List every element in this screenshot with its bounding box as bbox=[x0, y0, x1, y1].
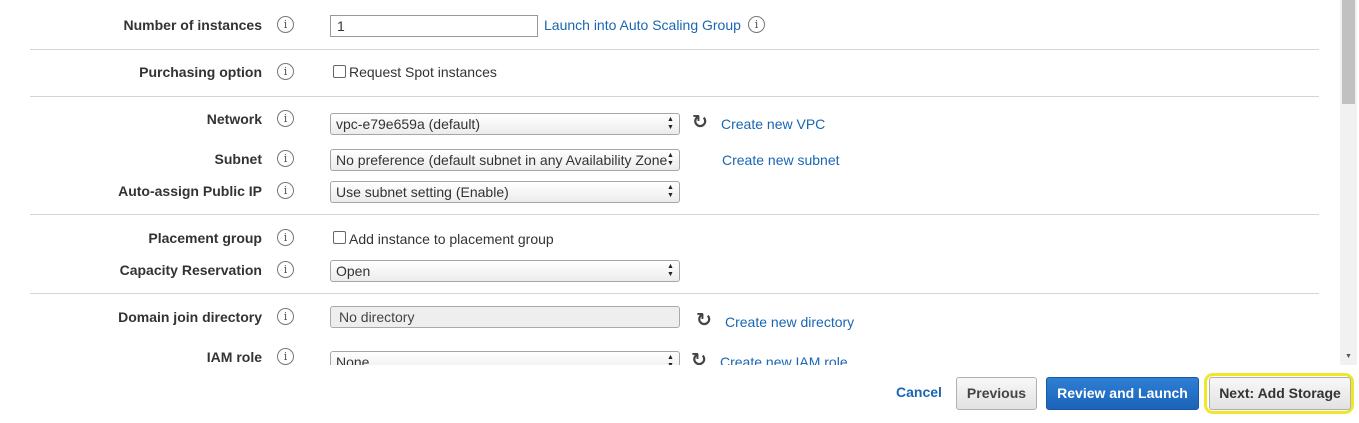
refresh-directory-icon[interactable]: ↻ bbox=[694, 310, 714, 330]
divider bbox=[30, 214, 1319, 215]
select-arrows-icon: ▲▼ bbox=[667, 263, 674, 278]
placement-group-label: Placement group bbox=[148, 230, 262, 246]
review-and-launch-button[interactable]: Review and Launch bbox=[1046, 377, 1199, 410]
row-iam-role: IAM role i None ▲▼ ↻ Create new IAM role bbox=[0, 347, 1320, 365]
info-icon[interactable]: i bbox=[748, 16, 765, 33]
info-icon[interactable]: i bbox=[277, 182, 294, 199]
create-new-vpc-link[interactable]: Create new VPC bbox=[721, 114, 825, 134]
capacity-reservation-select[interactable]: Open ▲ ▼ bbox=[330, 260, 680, 282]
row-subnet: Subnet i No preference (default subnet i… bbox=[0, 149, 1320, 175]
placement-group-checkbox[interactable] bbox=[333, 231, 346, 244]
create-new-directory-link[interactable]: Create new directory bbox=[725, 312, 854, 332]
refresh-network-icon[interactable]: ↻ bbox=[690, 112, 710, 132]
number-of-instances-input[interactable]: 1 bbox=[330, 15, 538, 37]
iam-role-select[interactable]: None ▲▼ bbox=[330, 351, 680, 365]
row-domain-join-directory: Domain join directory i No directory ↻ C… bbox=[0, 306, 1320, 333]
iam-role-label: IAM role bbox=[206, 349, 262, 365]
row-purchasing-option: Purchasing option i Request Spot instanc… bbox=[0, 62, 1320, 88]
row-network: Network i vpc-e79e659a (default) ▲ ▼ ↻ Cr… bbox=[0, 109, 1320, 135]
number-of-instances-label: Number of instances bbox=[123, 17, 262, 33]
wizard-footer: Cancel Previous Review and Launch Next: … bbox=[0, 365, 1359, 423]
capacity-reservation-value: Open bbox=[336, 263, 371, 279]
info-icon[interactable]: i bbox=[277, 348, 294, 365]
request-spot-checkbox[interactable] bbox=[333, 65, 346, 78]
purchasing-option-label: Purchasing option bbox=[139, 64, 262, 80]
auto-assign-public-ip-value: Use subnet setting (Enable) bbox=[336, 184, 509, 200]
refresh-iam-role-icon[interactable]: ↻ bbox=[689, 350, 709, 365]
select-arrows-icon: ▲▼ bbox=[667, 354, 674, 365]
create-new-subnet-link[interactable]: Create new subnet bbox=[722, 150, 840, 170]
network-label: Network bbox=[206, 111, 262, 127]
previous-button[interactable]: Previous bbox=[956, 377, 1037, 410]
domain-join-directory-select: No directory bbox=[330, 306, 680, 328]
info-icon[interactable]: i bbox=[277, 110, 294, 127]
subnet-label: Subnet bbox=[214, 151, 262, 167]
select-arrows-icon: ▲▼ bbox=[667, 152, 674, 167]
instance-details-form: Number of instances i 1 Launch into Auto… bbox=[0, 0, 1340, 365]
create-new-iam-role-link[interactable]: Create new IAM role bbox=[720, 352, 848, 365]
next-add-storage-button[interactable]: Next: Add Storage bbox=[1209, 377, 1351, 410]
cancel-button[interactable]: Cancel bbox=[890, 377, 948, 410]
auto-assign-public-ip-select[interactable]: Use subnet setting (Enable) ▲ ▼ bbox=[330, 181, 680, 203]
row-capacity-reservation: Capacity Reservation i Open ▲ ▼ bbox=[0, 260, 1320, 286]
row-auto-assign-public-ip: Auto-assign Public IP i Use subnet setti… bbox=[0, 181, 1320, 207]
info-icon[interactable]: i bbox=[277, 229, 294, 246]
iam-role-value: None bbox=[336, 354, 370, 365]
row-number-of-instances: Number of instances i 1 Launch into Auto… bbox=[0, 15, 1320, 41]
network-select[interactable]: vpc-e79e659a (default) ▲ ▼ bbox=[330, 113, 680, 135]
divider bbox=[30, 49, 1319, 50]
select-arrows-icon: ▲▼ bbox=[667, 184, 674, 199]
info-icon[interactable]: i bbox=[277, 63, 294, 80]
network-select-value: vpc-e79e659a (default) bbox=[336, 116, 480, 132]
subnet-select-value: No preference (default subnet in any Ava… bbox=[336, 152, 668, 168]
info-icon[interactable]: i bbox=[277, 308, 294, 325]
info-icon[interactable]: i bbox=[277, 150, 294, 167]
launch-auto-scaling-link[interactable]: Launch into Auto Scaling Group bbox=[544, 15, 741, 35]
auto-assign-public-ip-label: Auto-assign Public IP bbox=[118, 183, 262, 199]
info-icon[interactable]: i bbox=[277, 16, 294, 33]
scrollbar-thumb[interactable] bbox=[1342, 0, 1355, 104]
subnet-select[interactable]: No preference (default subnet in any Ava… bbox=[330, 149, 680, 171]
domain-join-directory-label: Domain join directory bbox=[118, 309, 262, 325]
divider bbox=[30, 96, 1319, 97]
capacity-reservation-label: Capacity Reservation bbox=[119, 262, 262, 278]
select-arrows-icon: ▲▼ bbox=[667, 116, 674, 131]
request-spot-label[interactable]: Request Spot instances bbox=[349, 62, 497, 82]
domain-join-directory-value: No directory bbox=[339, 309, 415, 325]
vertical-scrollbar[interactable]: ▼ bbox=[1340, 0, 1357, 365]
row-placement-group: Placement group i Add instance to placem… bbox=[0, 228, 1320, 254]
info-icon[interactable]: i bbox=[277, 261, 294, 278]
placement-group-checkbox-label[interactable]: Add instance to placement group bbox=[349, 229, 554, 249]
divider bbox=[30, 293, 1319, 294]
scroll-down-arrow-icon[interactable]: ▼ bbox=[1340, 351, 1357, 363]
